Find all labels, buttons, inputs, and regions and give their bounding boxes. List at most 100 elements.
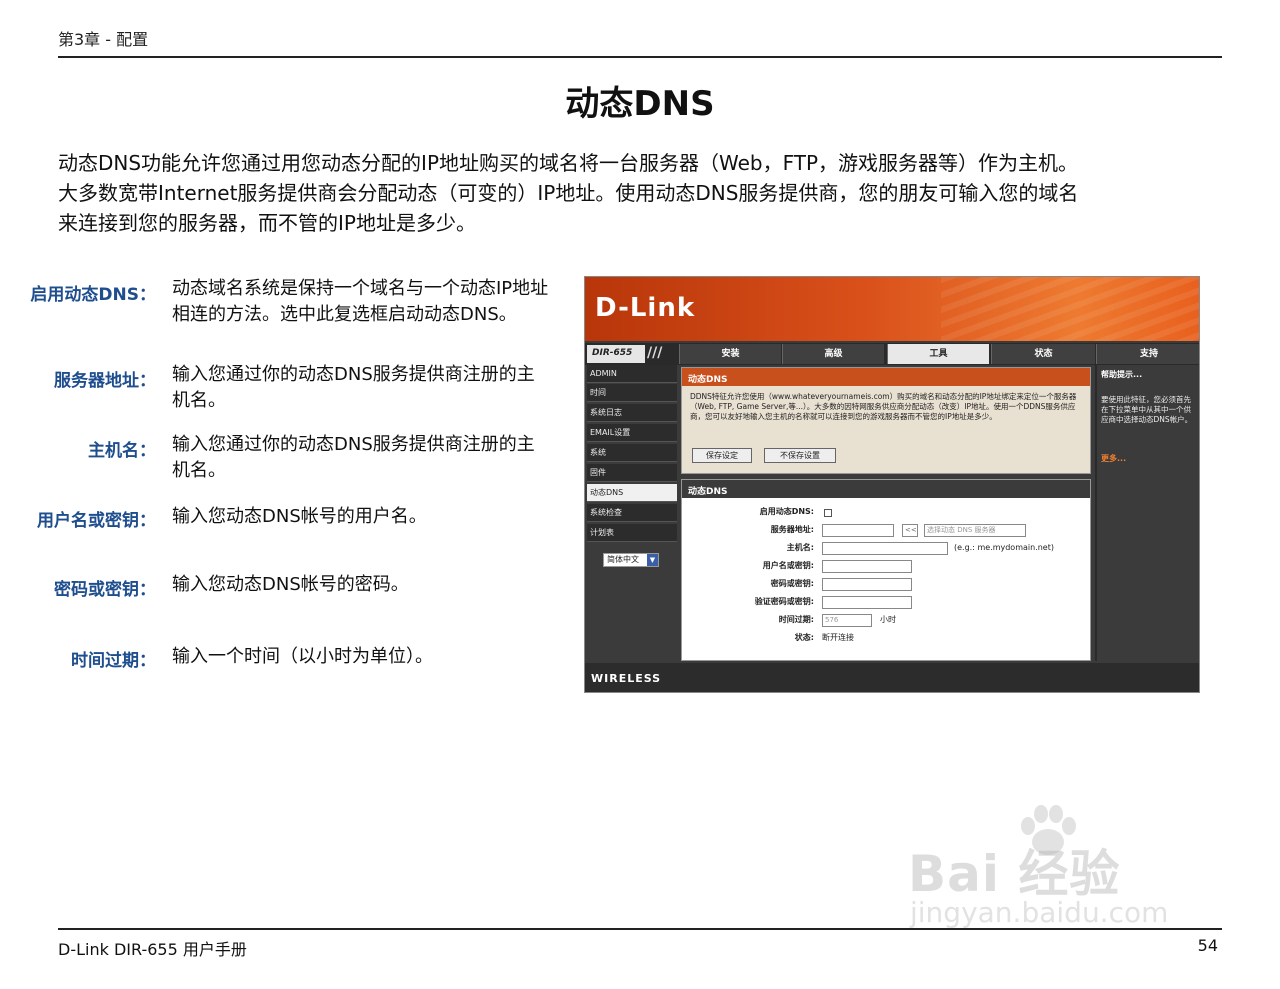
page-title: 动态DNS — [565, 84, 715, 124]
router-banner: D-Link — [585, 277, 1199, 341]
router-model: DIR-655 — [587, 345, 645, 363]
tab-tools[interactable]: 工具 — [887, 344, 989, 364]
page-number: 54 — [1197, 936, 1218, 955]
def-line: 输入您通过你的动态DNS服务提供商注册的主 — [172, 434, 535, 455]
def-line: 相连的方法。选中此复选框启动动态DNS。 — [172, 304, 517, 325]
def-label-timeout: 时间过期： — [71, 651, 156, 671]
chapter-header: 第3章 - 配置 — [58, 30, 149, 49]
footer-manual-title: D-Link DIR-655 用户手册 — [58, 940, 247, 959]
row-username: 用户名或密钥: — [682, 558, 1092, 574]
status-label: 状态: — [794, 633, 814, 642]
sidebar-item-system[interactable]: 系统 — [587, 444, 677, 462]
def-line: 输入您通过你的动态DNS服务提供商注册的主 — [172, 364, 535, 385]
host-name-label: 主机名: — [786, 543, 814, 552]
status-value: 断开连接 — [822, 633, 854, 642]
watermark-url: jingyan.baidu.com — [910, 896, 1169, 929]
def-label-username: 用户名或密钥： — [37, 511, 156, 531]
timeout-input[interactable]: 576 — [822, 614, 872, 627]
baidu-watermark: Bai 经验 jingyan.baidu.com — [908, 800, 1208, 940]
def-text-server-address: 输入您通过你的动态DNS服务提供商注册的主 机名。 — [172, 362, 582, 414]
row-password: 密码或密钥: — [682, 576, 1092, 592]
def-label-enable-ddns: 启用动态DNS： — [30, 285, 156, 305]
def-line: 输入您动态DNS帐号的用户名。 — [172, 506, 427, 527]
def-line: 输入您动态DNS帐号的密码。 — [172, 574, 409, 595]
wireless-logo: WIRELESS — [591, 672, 662, 685]
help-title: 帮助提示... — [1101, 370, 1143, 379]
top-divider — [58, 56, 1222, 58]
intro-paragraph: 动态DNS功能允许您通过用您动态分配的IP地址购买的域名将一台服务器（Web，F… — [58, 148, 1228, 238]
def-line: 输入一个时间（以小时为单位）。 — [172, 646, 433, 667]
help-more-link[interactable]: 更多... — [1101, 453, 1126, 464]
sidebar-item-admin[interactable]: ADMIN — [587, 365, 677, 383]
sidebar-item-schedules[interactable]: 计划表 — [587, 524, 677, 542]
def-label-host-name: 主机名： — [88, 441, 156, 461]
ddns-settings-box: 动态DNS 启用动态DNS: 服务器地址: << 选择动态 DNS 服务器 主机… — [681, 479, 1091, 661]
timeout-unit: 小时 — [880, 615, 896, 624]
def-label-server-address: 服务器地址： — [54, 371, 156, 391]
timeout-label: 时间过期: — [778, 615, 814, 624]
language-select[interactable]: 简体中文 ▼ — [603, 553, 659, 567]
row-host: 主机名: (e.g.: me.mydomain.net) — [682, 540, 1092, 556]
def-line: 动态域名系统是保持一个域名与一个动态IP地址 — [172, 278, 549, 299]
intro-line: 大多数宽带Internet服务提供商会分配动态（可变的）IP地址。使用动态DNS… — [58, 181, 1079, 205]
server-address-input[interactable] — [822, 524, 894, 537]
row-server: 服务器地址: << 选择动态 DNS 服务器 — [682, 522, 1092, 538]
server-address-label: 服务器地址: — [770, 525, 814, 534]
router-footer: WIRELESS — [585, 663, 1199, 692]
tab-setup[interactable]: 安装 — [679, 344, 781, 364]
host-example-text: (e.g.: me.mydomain.net) — [954, 543, 1054, 552]
row-enable: 启用动态DNS: — [682, 504, 1092, 520]
intro-line: 来连接到您的服务器，而不管的IP地址是多少。 — [58, 211, 476, 235]
sidebar-item-email[interactable]: EMAIL设置 — [587, 424, 677, 442]
info-box-text: DDNS特征允许您使用（www.whateveryournameis.com）购… — [690, 392, 1077, 421]
password-label: 密码或密钥: — [770, 579, 814, 588]
dlink-logo: D-Link — [595, 293, 696, 323]
enable-ddns-label: 启用动态DNS: — [759, 507, 814, 516]
verify-password-input[interactable] — [822, 596, 912, 609]
router-screenshot: D-Link DIR-655 /// 安装 高级 工具 状态 支持 ADMIN … — [584, 276, 1200, 693]
nav-slash-icon: /// — [647, 345, 663, 361]
def-label-password: 密码或密钥： — [54, 580, 156, 600]
def-text-enable-ddns: 动态域名系统是保持一个域名与一个动态IP地址 相连的方法。选中此复选框启动动态D… — [172, 276, 582, 328]
server-select[interactable]: 选择动态 DNS 服务器 — [924, 524, 1026, 537]
username-label: 用户名或密钥: — [762, 561, 814, 570]
info-box-title: 动态DNS — [682, 368, 1090, 386]
help-panel: 帮助提示... 要使用此特征，您必须首先在下拉菜单中从其中一个供应商中选择动态D… — [1095, 365, 1199, 661]
settings-box-title: 动态DNS — [682, 480, 1090, 498]
def-line: 机名。 — [172, 390, 226, 411]
intro-line: 动态DNS功能允许您通过用您动态分配的IP地址购买的域名将一台服务器（Web，F… — [58, 151, 1079, 175]
router-main: 动态DNS DDNS特征允许您使用（www.whateveryournameis… — [679, 365, 1095, 661]
server-copy-button[interactable]: << — [902, 524, 918, 537]
sidebar-item-ddns[interactable]: 动态DNS — [587, 484, 677, 502]
bottom-divider — [58, 928, 1222, 930]
tab-support[interactable]: 支持 — [1096, 344, 1199, 364]
sidebar-item-firmware[interactable]: 固件 — [587, 464, 677, 482]
enable-ddns-checkbox[interactable] — [824, 509, 832, 517]
row-timeout: 时间过期: 576 小时 — [682, 612, 1092, 628]
def-text-timeout: 输入一个时间（以小时为单位）。 — [172, 644, 582, 670]
router-nav: DIR-655 /// 安装 高级 工具 状态 支持 — [585, 343, 1199, 365]
host-name-input[interactable] — [822, 542, 948, 555]
save-settings-button[interactable]: 保存设定 — [692, 448, 752, 463]
def-text-host-name: 输入您通过你的动态DNS服务提供商注册的主 机名。 — [172, 432, 582, 484]
sidebar-item-syscheck[interactable]: 系统检查 — [587, 504, 677, 522]
def-text-password: 输入您动态DNS帐号的密码。 — [172, 572, 582, 598]
chevron-down-icon: ▼ — [647, 554, 658, 566]
router-sidebar: ADMIN 时间 系统日志 EMAIL设置 系统 固件 动态DNS 系统检查 计… — [585, 365, 679, 661]
dont-save-button[interactable]: 不保存设置 — [764, 448, 836, 463]
tab-status[interactable]: 状态 — [991, 344, 1095, 364]
sidebar-item-time[interactable]: 时间 — [587, 384, 677, 402]
row-verify: 验证密码或密钥: — [682, 594, 1092, 610]
sidebar-item-syslog[interactable]: 系统日志 — [587, 404, 677, 422]
username-input[interactable] — [822, 560, 912, 573]
def-line: 机名。 — [172, 460, 226, 481]
server-select-value: 选择动态 DNS 服务器 — [927, 526, 996, 534]
row-status: 状态: 断开连接 — [682, 630, 1092, 646]
password-input[interactable] — [822, 578, 912, 591]
language-value: 简体中文 — [607, 555, 639, 564]
help-text: 要使用此特征，您必须首先在下拉菜单中从其中一个供应商中选择动态DNS帐户。 — [1101, 395, 1193, 424]
verify-password-label: 验证密码或密钥: — [754, 597, 814, 606]
def-text-username: 输入您动态DNS帐号的用户名。 — [172, 504, 582, 530]
ddns-info-box: 动态DNS DDNS特征允许您使用（www.whateveryournameis… — [681, 367, 1091, 474]
tab-advanced[interactable]: 高级 — [782, 344, 884, 364]
